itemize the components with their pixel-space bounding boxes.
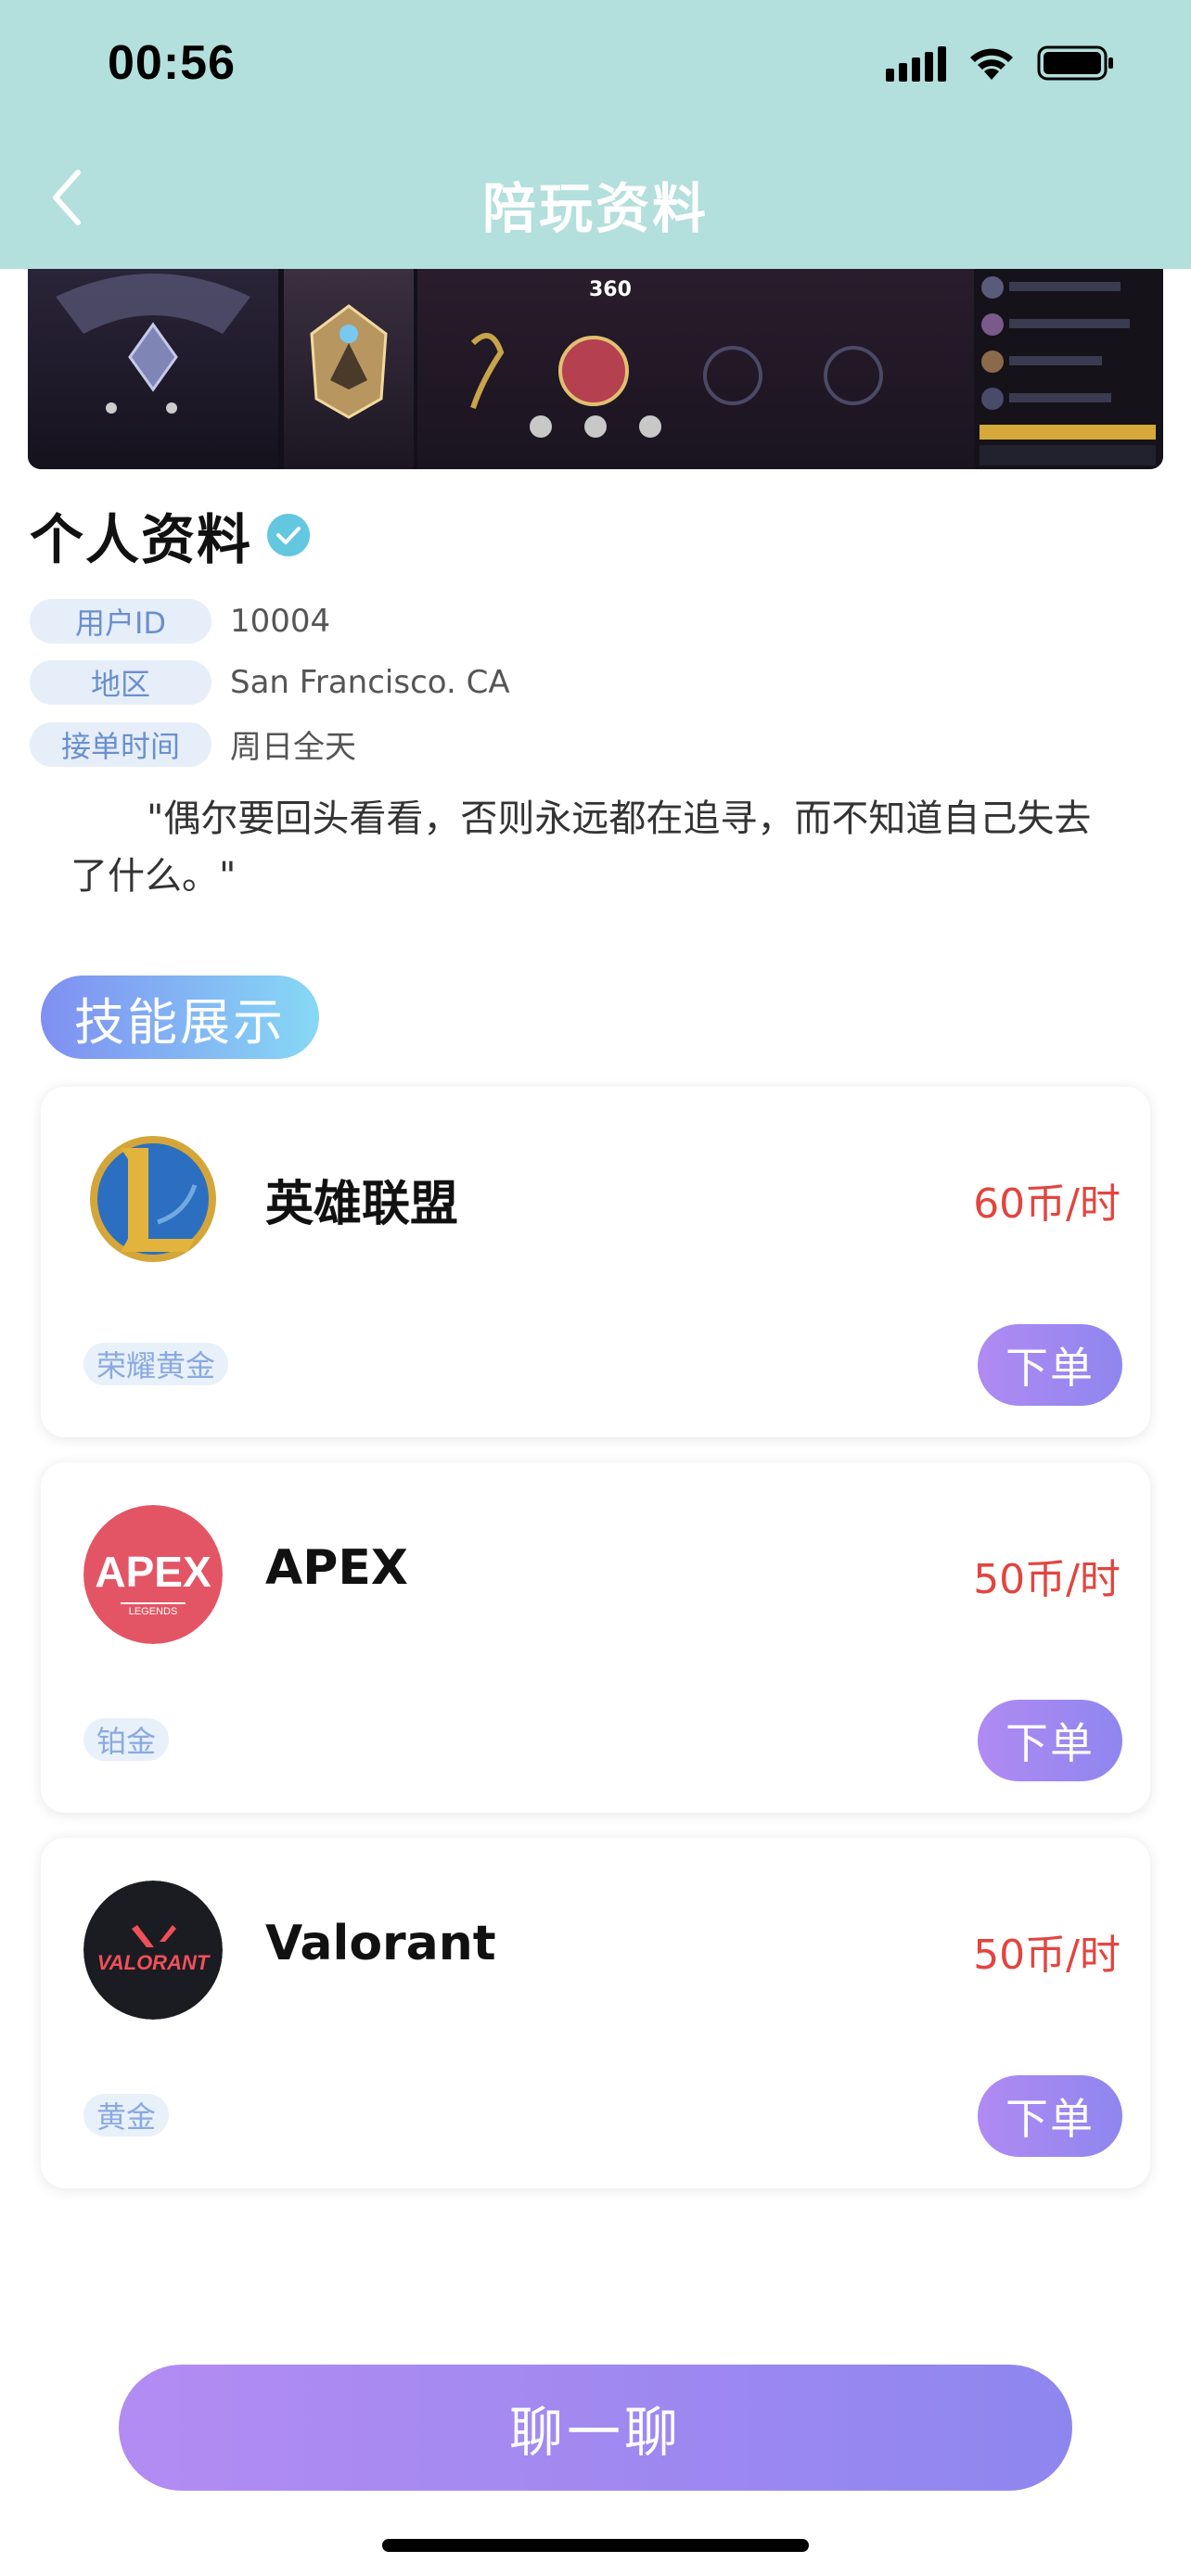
skill-price: 50币/时 [973, 1556, 1121, 1603]
info-row-order-time: 接单时间 周日全天 [30, 721, 356, 767]
status-icons [886, 45, 1115, 82]
skill-name: 英雄联盟 [265, 1177, 459, 1232]
skill-card-valorant[interactable]: VALORANT Valorant 50币/时 黄金 下单 [41, 1838, 1150, 2188]
banner-carousel[interactable]: 360 [28, 269, 1163, 469]
profile-bio: "偶尔要回头看看，否则永远都在追寻，而不知道自己失去了什么。" [70, 797, 1092, 898]
carousel-dot[interactable] [584, 415, 607, 438]
skill-rank-badge: 铂金 [83, 1718, 170, 1761]
skill-price: 50币/时 [973, 1932, 1121, 1979]
home-indicator[interactable] [382, 2539, 809, 2552]
valorant-logo: VALORANT [83, 1881, 223, 2020]
wifi-icon [967, 45, 1017, 82]
apex-logo-subtext: LEGENDS [129, 1606, 178, 1617]
info-tag: 接单时间 [30, 721, 211, 767]
apex-legends-logo: APEX LEGENDS [83, 1505, 223, 1644]
status-time: 00:56 [108, 36, 236, 90]
info-row-region: 地区 San Francisco. CA [30, 660, 510, 705]
banner-helmet-panel [284, 269, 414, 469]
page-title: 陪玩资料 [481, 177, 709, 240]
skill-rank-badge: 黄金 [83, 2094, 170, 2136]
profile-header: 个人资料 [30, 496, 311, 574]
banner-rank-panel [28, 269, 278, 469]
banner-stats-panel [417, 269, 974, 469]
verified-check-icon [267, 514, 311, 556]
skill-price: 60币/时 [973, 1180, 1121, 1228]
header: 00:56 陪玩资料 [0, 0, 1191, 269]
cellular-signal-icon [886, 45, 946, 82]
info-tag: 地区 [30, 660, 211, 705]
apex-logo-text: APEX [95, 1548, 211, 1596]
order-button[interactable]: 下单 [978, 1324, 1122, 1406]
skill-name: Valorant [265, 1916, 496, 1971]
banner-chat-panel [974, 269, 1163, 469]
carousel-dots [28, 415, 1163, 438]
order-button[interactable]: 下单 [978, 2075, 1122, 2157]
skill-card-league-of-legends[interactable]: 英雄联盟 60币/时 荣耀黄金 下单 [41, 1087, 1150, 1437]
chat-button[interactable]: 聊一聊 [119, 2365, 1072, 2491]
info-value: San Francisco. CA [230, 664, 510, 701]
profile-title: 个人资料 [30, 508, 253, 571]
skill-rank-badge: 荣耀黄金 [83, 1343, 229, 1385]
carousel-dot[interactable] [530, 415, 552, 438]
info-row-user-id: 用户ID 10004 [30, 599, 330, 644]
skill-card-apex[interactable]: APEX LEGENDS APEX 50币/时 铂金 下单 [41, 1462, 1150, 1813]
info-tag: 用户ID [30, 599, 211, 644]
order-button[interactable]: 下单 [978, 1700, 1122, 1781]
skills-section-title: 技能展示 [41, 976, 319, 1059]
info-value: 周日全天 [230, 729, 356, 766]
valorant-logo-text: VALORANT [97, 1951, 211, 1974]
info-value: 10004 [230, 603, 331, 640]
league-of-legends-logo [83, 1129, 223, 1269]
battery-icon [1037, 45, 1115, 82]
carousel-dot[interactable] [639, 415, 661, 438]
skill-name: APEX [265, 1540, 408, 1596]
banner-score: 360 [589, 278, 632, 301]
